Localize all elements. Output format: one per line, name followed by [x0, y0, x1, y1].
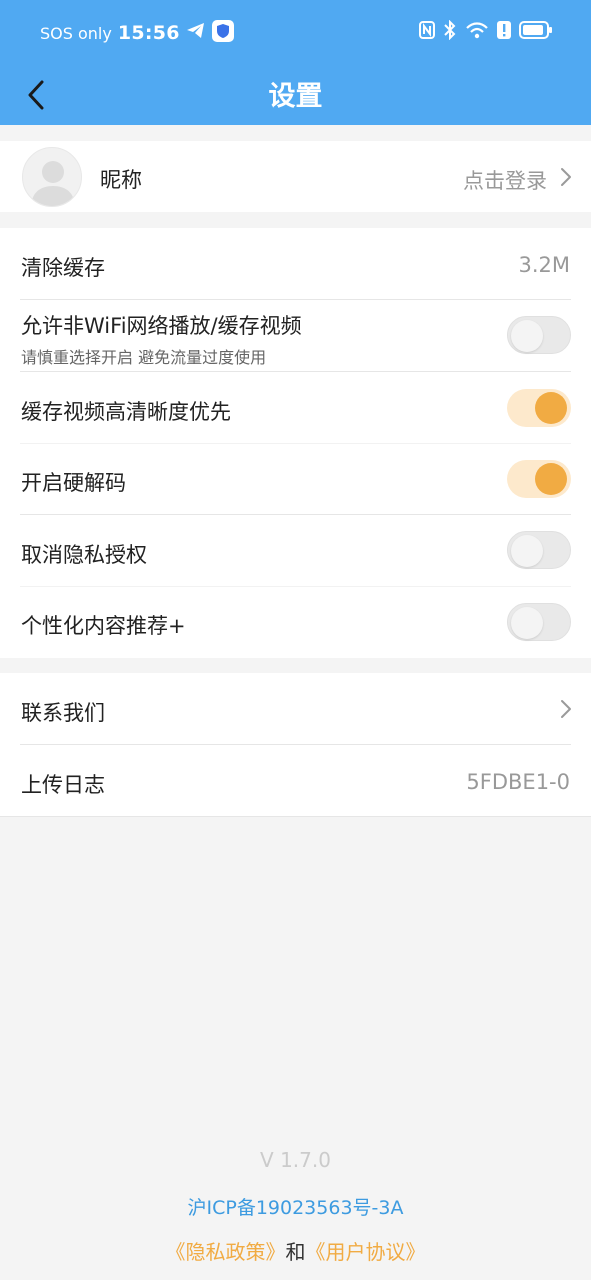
nfc-icon — [419, 21, 435, 43]
privacy-policy-link[interactable]: 《隐私政策》 — [166, 1240, 286, 1264]
non-wifi-row: 允许非WiFi网络播放/缓存视频 请慎重选择开启 避免流量过度使用 — [0, 300, 591, 372]
hw-decode-row: 开启硬解码 — [0, 443, 591, 515]
telegram-icon — [186, 22, 206, 44]
toggle-knob — [511, 535, 543, 567]
hd-first-row: 缓存视频高清晰度优先 — [0, 372, 591, 444]
header-bar: SOS only 15:56 设置 — [0, 0, 591, 125]
and-text: 和 — [285, 1240, 306, 1264]
clock: 15:56 — [117, 22, 180, 44]
toggle-knob — [511, 320, 543, 352]
hd-first-label: 缓存视频高清晰度优先 — [21, 400, 231, 424]
clear-cache-row[interactable]: 清除缓存 3.2M — [0, 228, 591, 300]
chevron-right-icon — [561, 168, 571, 186]
avatar — [22, 147, 82, 207]
more-card: 联系我们 上传日志 5FDBE1-0 — [0, 673, 591, 817]
upload-log-row[interactable]: 上传日志 5FDBE1-0 — [0, 745, 591, 817]
cache-size-value: 3.2M — [518, 253, 570, 277]
battery-icon — [519, 20, 553, 44]
sos-label: SOS only — [40, 23, 112, 43]
legal-links: 《隐私政策》和《用户协议》 — [0, 1236, 591, 1265]
toggle-knob — [511, 607, 543, 639]
contact-label: 联系我们 — [21, 701, 105, 725]
icp-link[interactable]: 沪ICP备19023563号-3A — [0, 1193, 591, 1220]
revoke-privacy-toggle[interactable] — [507, 531, 571, 569]
toggle-knob — [535, 463, 567, 495]
personalized-row: 个性化内容推荐+ — [0, 586, 591, 658]
chevron-right-icon — [561, 700, 571, 718]
toggle-knob — [535, 392, 567, 424]
nickname-label: 昵称 — [100, 168, 142, 192]
user-agreement-link[interactable]: 《用户协议》 — [306, 1240, 426, 1264]
non-wifi-toggle[interactable] — [507, 316, 571, 354]
divider — [0, 816, 591, 817]
revoke-privacy-row: 取消隐私授权 — [0, 515, 591, 587]
status-bar: SOS only 15:56 — [0, 0, 591, 66]
non-wifi-subtitle: 请慎重选择开启 避免流量过度使用 — [21, 348, 267, 367]
wifi-icon — [465, 20, 489, 44]
clear-cache-label: 清除缓存 — [21, 256, 105, 280]
alert-icon — [497, 20, 511, 44]
upload-log-label: 上传日志 — [21, 773, 105, 797]
shield-icon — [211, 20, 234, 46]
hd-first-toggle[interactable] — [507, 389, 571, 427]
contact-row[interactable]: 联系我们 — [0, 673, 591, 745]
personalized-toggle[interactable] — [507, 603, 571, 641]
personalized-label: 个性化内容推荐+ — [21, 614, 186, 638]
hw-decode-toggle[interactable] — [507, 460, 571, 498]
hw-decode-label: 开启硬解码 — [21, 471, 126, 495]
settings-card: 清除缓存 3.2M 允许非WiFi网络播放/缓存视频 请慎重选择开启 避免流量过… — [0, 228, 591, 658]
bluetooth-icon — [443, 19, 457, 44]
login-link[interactable]: 点击登录 — [463, 165, 547, 195]
nav-bar: 设置 — [0, 66, 591, 125]
non-wifi-label: 允许非WiFi网络播放/缓存视频 — [21, 314, 302, 338]
page-title: 设置 — [268, 81, 323, 112]
user-placeholder-icon — [31, 161, 75, 206]
log-id-value: 5FDBE1-0 — [466, 770, 570, 794]
profile-row[interactable]: 昵称 点击登录 — [0, 141, 591, 212]
revoke-privacy-label: 取消隐私授权 — [21, 543, 147, 567]
version-label: V 1.7.0 — [260, 1148, 331, 1172]
